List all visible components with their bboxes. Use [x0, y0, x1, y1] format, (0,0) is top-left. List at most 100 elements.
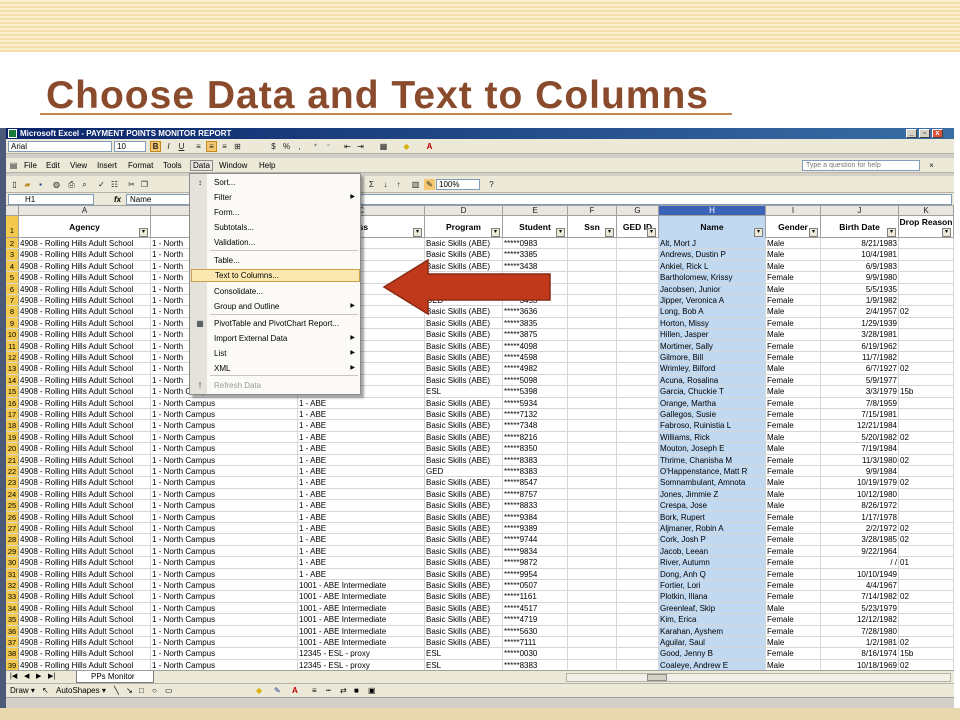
- oval-icon[interactable]: ○: [152, 684, 157, 697]
- table-cell[interactable]: Jacobsen, Junior: [659, 283, 766, 294]
- table-cell[interactable]: [568, 238, 617, 249]
- table-cell[interactable]: [617, 238, 659, 249]
- table-cell[interactable]: Female: [766, 420, 821, 431]
- table-cell[interactable]: Hillen, Jasper: [659, 329, 766, 340]
- row-number[interactable]: 14: [6, 374, 19, 386]
- table-cell[interactable]: 4908 - Rolling Hills Adult School: [19, 648, 151, 659]
- table-cell[interactable]: [617, 295, 659, 306]
- table-cell[interactable]: [568, 568, 617, 579]
- table-cell[interactable]: 4908 - Rolling Hills Adult School: [19, 580, 151, 591]
- table-cell[interactable]: 15b: [899, 386, 954, 397]
- table-cell[interactable]: [568, 397, 617, 408]
- table-cell[interactable]: Coaleye, Andrew E: [659, 659, 766, 670]
- sheet-tab-pps-monitor[interactable]: PPs Monitor: [76, 671, 154, 683]
- table-cell[interactable]: Female: [766, 272, 821, 283]
- table-cell[interactable]: *****8383: [503, 659, 568, 670]
- row-number[interactable]: 37: [6, 637, 19, 648]
- table-cell[interactable]: [617, 637, 659, 648]
- table-cell[interactable]: River, Autumn: [659, 557, 766, 568]
- table-cell[interactable]: 4908 - Rolling Hills Adult School: [19, 420, 151, 431]
- table-cell[interactable]: 4908 - Rolling Hills Adult School: [19, 523, 151, 534]
- next-sheet-icon[interactable]: ▶: [36, 672, 41, 682]
- table-cell[interactable]: 4908 - Rolling Hills Adult School: [19, 454, 151, 465]
- table-cell[interactable]: *****4517: [503, 602, 568, 614]
- column-header[interactable]: G: [617, 206, 659, 216]
- column-header[interactable]: A: [19, 206, 151, 216]
- table-cell[interactable]: Bork, Rupert: [659, 511, 766, 522]
- row-number[interactable]: 30: [6, 557, 19, 568]
- decrease-indent-icon[interactable]: ⇤: [342, 141, 353, 152]
- table-cell[interactable]: Fabroso, Ruinistia L: [659, 420, 766, 431]
- column-header[interactable]: E: [503, 206, 568, 216]
- table-cell[interactable]: Basic Skills (ABE): [425, 614, 503, 625]
- print-icon[interactable]: ⎙: [66, 179, 77, 190]
- table-cell[interactable]: 1 - North Campus: [151, 534, 298, 545]
- table-cell[interactable]: 1 - ABE: [298, 397, 425, 408]
- table-cell[interactable]: Basic Skills (ABE): [425, 545, 503, 557]
- table-cell[interactable]: [568, 283, 617, 294]
- row-number[interactable]: 12: [6, 352, 19, 363]
- table-cell[interactable]: Cork, Josh P: [659, 534, 766, 545]
- table-cell[interactable]: *****8383: [503, 454, 568, 465]
- table-cell[interactable]: Basic Skills (ABE): [425, 352, 503, 363]
- table-cell[interactable]: Kim, Erica: [659, 614, 766, 625]
- arrow-style-icon[interactable]: ⇄: [340, 684, 347, 697]
- menu-item-table[interactable]: Table...: [191, 254, 360, 267]
- row-number[interactable]: 17: [6, 409, 19, 420]
- table-cell[interactable]: 1 - ABE: [298, 454, 425, 465]
- table-cell[interactable]: [899, 295, 954, 306]
- menu-item-validation[interactable]: Validation...: [191, 236, 360, 249]
- table-cell[interactable]: 1 - North Campus: [151, 614, 298, 625]
- table-cell[interactable]: 9/9/1980: [821, 272, 899, 283]
- row-number[interactable]: 10: [6, 329, 19, 340]
- table-cell[interactable]: Good, Jenny B: [659, 648, 766, 659]
- menu-item-refresh-data[interactable]: ! Refresh Data: [191, 379, 360, 392]
- table-cell[interactable]: Ankiel, Rick L: [659, 260, 766, 272]
- table-cell[interactable]: [568, 500, 617, 511]
- sort-descending-icon[interactable]: ↑: [393, 179, 404, 190]
- autofilter-dropdown-icon[interactable]: ▾: [942, 228, 951, 237]
- table-cell[interactable]: Female: [766, 625, 821, 636]
- table-cell[interactable]: *****3835: [503, 317, 568, 329]
- table-cell[interactable]: [617, 454, 659, 465]
- table-cell[interactable]: [568, 363, 617, 374]
- first-sheet-icon[interactable]: |◀: [10, 672, 17, 682]
- table-cell[interactable]: 6/19/1962: [821, 340, 899, 351]
- table-cell[interactable]: 4908 - Rolling Hills Adult School: [19, 659, 151, 670]
- table-cell[interactable]: Basic Skills (ABE): [425, 625, 503, 636]
- table-cell[interactable]: 02: [899, 637, 954, 648]
- select-all-corner[interactable]: [6, 206, 19, 216]
- menu-data[interactable]: Data: [190, 160, 213, 171]
- drawing-icon[interactable]: ✎: [424, 179, 435, 190]
- table-cell[interactable]: [617, 443, 659, 454]
- table-cell[interactable]: [568, 602, 617, 614]
- table-cell[interactable]: [617, 545, 659, 557]
- table-cell[interactable]: 11/3/1980: [821, 454, 899, 465]
- table-cell[interactable]: *****3875: [503, 329, 568, 340]
- cut-icon[interactable]: ✂: [126, 179, 137, 190]
- table-cell[interactable]: Basic Skills (ABE): [425, 500, 503, 511]
- table-cell[interactable]: 02: [899, 659, 954, 670]
- table-cell[interactable]: 3/3/1979: [821, 386, 899, 397]
- row-number[interactable]: 36: [6, 625, 19, 636]
- table-cell[interactable]: Male: [766, 249, 821, 260]
- table-cell[interactable]: 1 - North Campus: [151, 557, 298, 568]
- table-cell[interactable]: *****0030: [503, 648, 568, 659]
- row-number[interactable]: 1: [6, 216, 19, 237]
- draw-menu-button[interactable]: Draw ▾: [10, 684, 35, 697]
- table-cell[interactable]: Basic Skills (ABE): [425, 602, 503, 614]
- table-cell[interactable]: 1 - ABE: [298, 568, 425, 579]
- line-color-icon[interactable]: ✎: [274, 684, 281, 697]
- table-cell[interactable]: Jacob, Leean: [659, 545, 766, 557]
- textbox-icon[interactable]: ▭: [165, 684, 173, 697]
- table-cell[interactable]: 1001 - ABE Intermediate: [298, 625, 425, 636]
- table-cell[interactable]: 1 - North Campus: [151, 659, 298, 670]
- table-cell[interactable]: Male: [766, 329, 821, 340]
- header-name[interactable]: Name ▾: [659, 216, 766, 238]
- table-cell[interactable]: [899, 580, 954, 591]
- bold-button[interactable]: B: [150, 141, 161, 152]
- table-cell[interactable]: Basic Skills (ABE): [425, 568, 503, 579]
- table-cell[interactable]: Basic Skills (ABE): [425, 637, 503, 648]
- menu-item-filter[interactable]: Filter ▶: [191, 191, 360, 204]
- header-birth-date[interactable]: Birth Date ▾: [821, 216, 899, 238]
